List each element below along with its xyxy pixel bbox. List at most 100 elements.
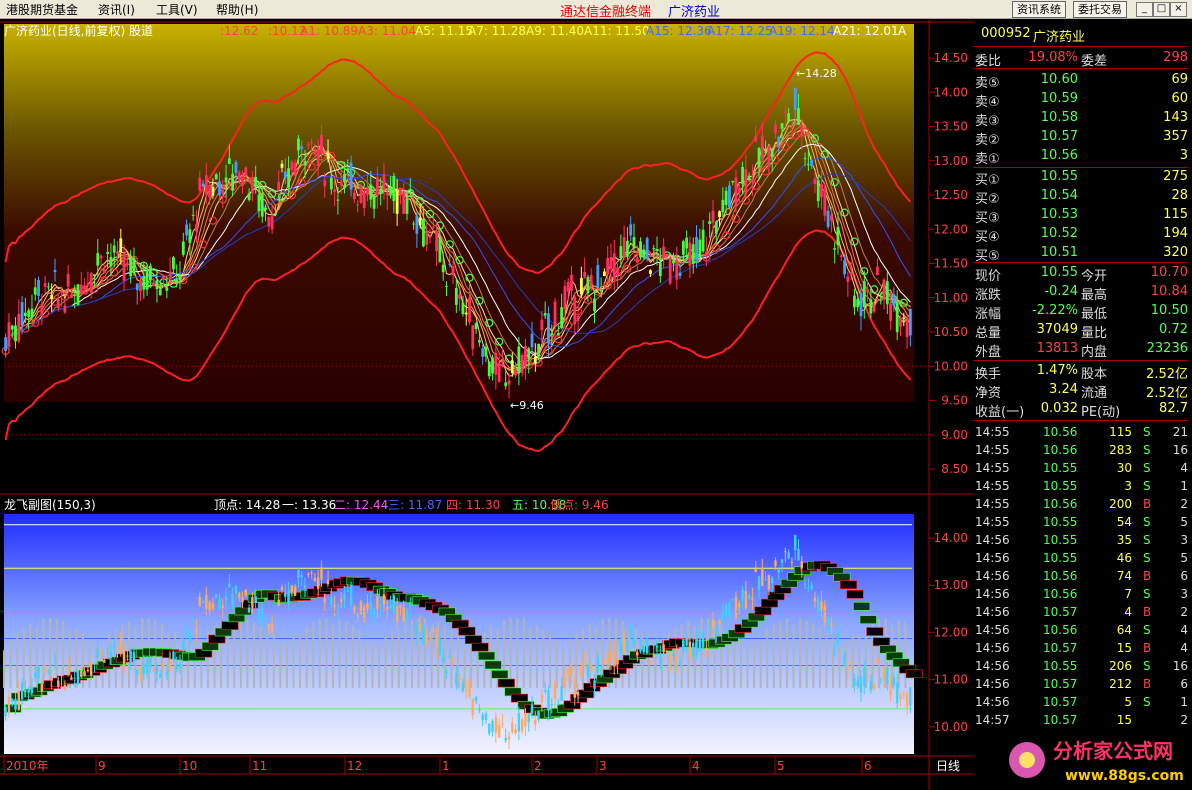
stat-value: 82.7 — [1159, 401, 1188, 416]
flower-icon — [1009, 742, 1045, 778]
y-axis-label: 12.50 — [934, 188, 968, 202]
menu-item-futures[interactable]: 港股期货基金 — [6, 1, 78, 18]
sub-candle-body — [63, 684, 67, 690]
candle-body — [17, 313, 21, 342]
sub-candle-body — [451, 657, 455, 665]
sub-candle-body — [57, 680, 60, 687]
candle-body — [264, 207, 267, 211]
stat-label: 股本 — [1081, 367, 1108, 382]
stat-label: 涨幅 — [975, 307, 1002, 322]
sub-candle-body — [435, 633, 438, 648]
sub-candle-body — [389, 603, 392, 609]
candle-body — [165, 287, 169, 291]
tick-bs: B — [1143, 677, 1152, 691]
indicator-value: A3: 11.04 — [358, 24, 416, 38]
candle-body — [408, 189, 412, 191]
sub-candle-body — [803, 583, 807, 585]
minimize-button[interactable]: _ — [1136, 2, 1153, 17]
candle-body — [721, 199, 725, 213]
info-system-button[interactable]: 资讯系统 — [1012, 1, 1066, 18]
sub-candle-body — [178, 664, 182, 668]
tick-bs: S — [1143, 533, 1151, 547]
sub-candle-body — [817, 598, 820, 613]
candle-body — [668, 257, 672, 284]
tick-row: 14:57 10.57 15 2 — [973, 712, 1188, 730]
candle-body — [125, 262, 129, 264]
stat-row: 涨幅 -2.22% 最低 10.50 — [973, 302, 1188, 322]
sub-candle-body — [645, 638, 649, 654]
candle-body — [731, 180, 735, 183]
tick-bs: S — [1143, 425, 1151, 439]
tick-time: 14:55 — [975, 515, 1010, 529]
tick-price: 10.57 — [1043, 677, 1078, 691]
sub-candle-body — [662, 644, 665, 653]
candle-body — [283, 171, 287, 179]
candle-body — [56, 299, 60, 309]
indicator-value: A19: 12.14 — [769, 24, 835, 38]
candle-body — [770, 150, 774, 158]
sub-candle-body — [136, 669, 139, 675]
candle-body — [63, 305, 67, 313]
candle-body — [892, 294, 896, 306]
candle-body — [533, 356, 537, 363]
candle-body — [754, 136, 758, 142]
sub-candle-body — [441, 656, 445, 662]
tick-volume: 7 — [1124, 587, 1132, 601]
stat-value: -0.24 — [1044, 284, 1078, 299]
candle-body — [527, 348, 531, 360]
sub-candle-body — [849, 662, 853, 665]
sub-candle-body — [826, 619, 830, 631]
candle-body — [688, 242, 692, 266]
candle-body — [589, 275, 593, 286]
stock-name: 广济药业 — [1033, 30, 1086, 45]
candle-body — [145, 269, 149, 290]
sub-candle-body — [833, 645, 836, 647]
candle-body — [491, 357, 494, 374]
tick-bs: B — [1143, 497, 1152, 511]
high-price-label: ←14.28 — [796, 67, 837, 80]
candle-body — [889, 303, 893, 321]
candle-body — [221, 189, 225, 194]
stock-code: 000952 — [981, 26, 1031, 41]
candle-body — [300, 146, 304, 150]
menu-item-tools[interactable]: 工具(V) — [156, 1, 198, 18]
sub-candle-body — [836, 630, 840, 644]
candle-body — [553, 301, 557, 326]
stat-label: 外盘 — [975, 345, 1002, 360]
sub-candle-body — [20, 682, 24, 699]
candle-body — [570, 274, 573, 291]
kline-chart[interactable]: ←9.46←14.28广济药业(日线,前复权) 股道:12.62:10.12A1… — [0, 20, 973, 790]
menu-item-help[interactable]: 帮助(H) — [216, 1, 258, 18]
weibi-row: 委比 19.08% 委差 298 — [973, 49, 1188, 69]
trade-button[interactable]: 委托交易 — [1073, 1, 1127, 18]
tick-row: 14:56 10.55 46 S 5 — [973, 550, 1188, 568]
close-button[interactable]: × — [1170, 2, 1187, 17]
candle-body — [454, 288, 458, 305]
tick-count: 21 — [1172, 425, 1188, 439]
candle-body — [507, 380, 511, 385]
candle-body — [191, 214, 195, 216]
tick-count: 3 — [1180, 533, 1188, 547]
sub-candle-body — [50, 677, 53, 681]
maximize-button[interactable]: □ — [1153, 2, 1170, 17]
candle-body — [757, 148, 761, 168]
sub-candle-body — [494, 717, 498, 733]
tick-bs: S — [1143, 515, 1151, 529]
stat-label: 内盘 — [1081, 345, 1108, 360]
candle-body — [109, 257, 113, 267]
sub-candle-body — [886, 668, 889, 685]
candle-body — [346, 168, 350, 171]
sub-candle-body — [428, 637, 432, 639]
sub-candle-body — [474, 697, 478, 702]
sub-candle-body — [718, 620, 721, 625]
menu-bar: 港股期货基金 资讯(I) 工具(V) 帮助(H) 通达信金融终端 广济药业 资讯… — [0, 0, 1192, 20]
sub-candle-body — [668, 652, 672, 670]
sub-candle-body — [17, 690, 21, 710]
trend-block — [872, 637, 890, 647]
candle-body — [474, 323, 478, 330]
bid-price: 10.52 — [1040, 226, 1078, 241]
candle-body — [543, 312, 547, 316]
menu-item-info[interactable]: 资讯(I) — [98, 1, 135, 18]
sub-candle-body — [675, 654, 678, 667]
trend-block — [478, 651, 496, 661]
